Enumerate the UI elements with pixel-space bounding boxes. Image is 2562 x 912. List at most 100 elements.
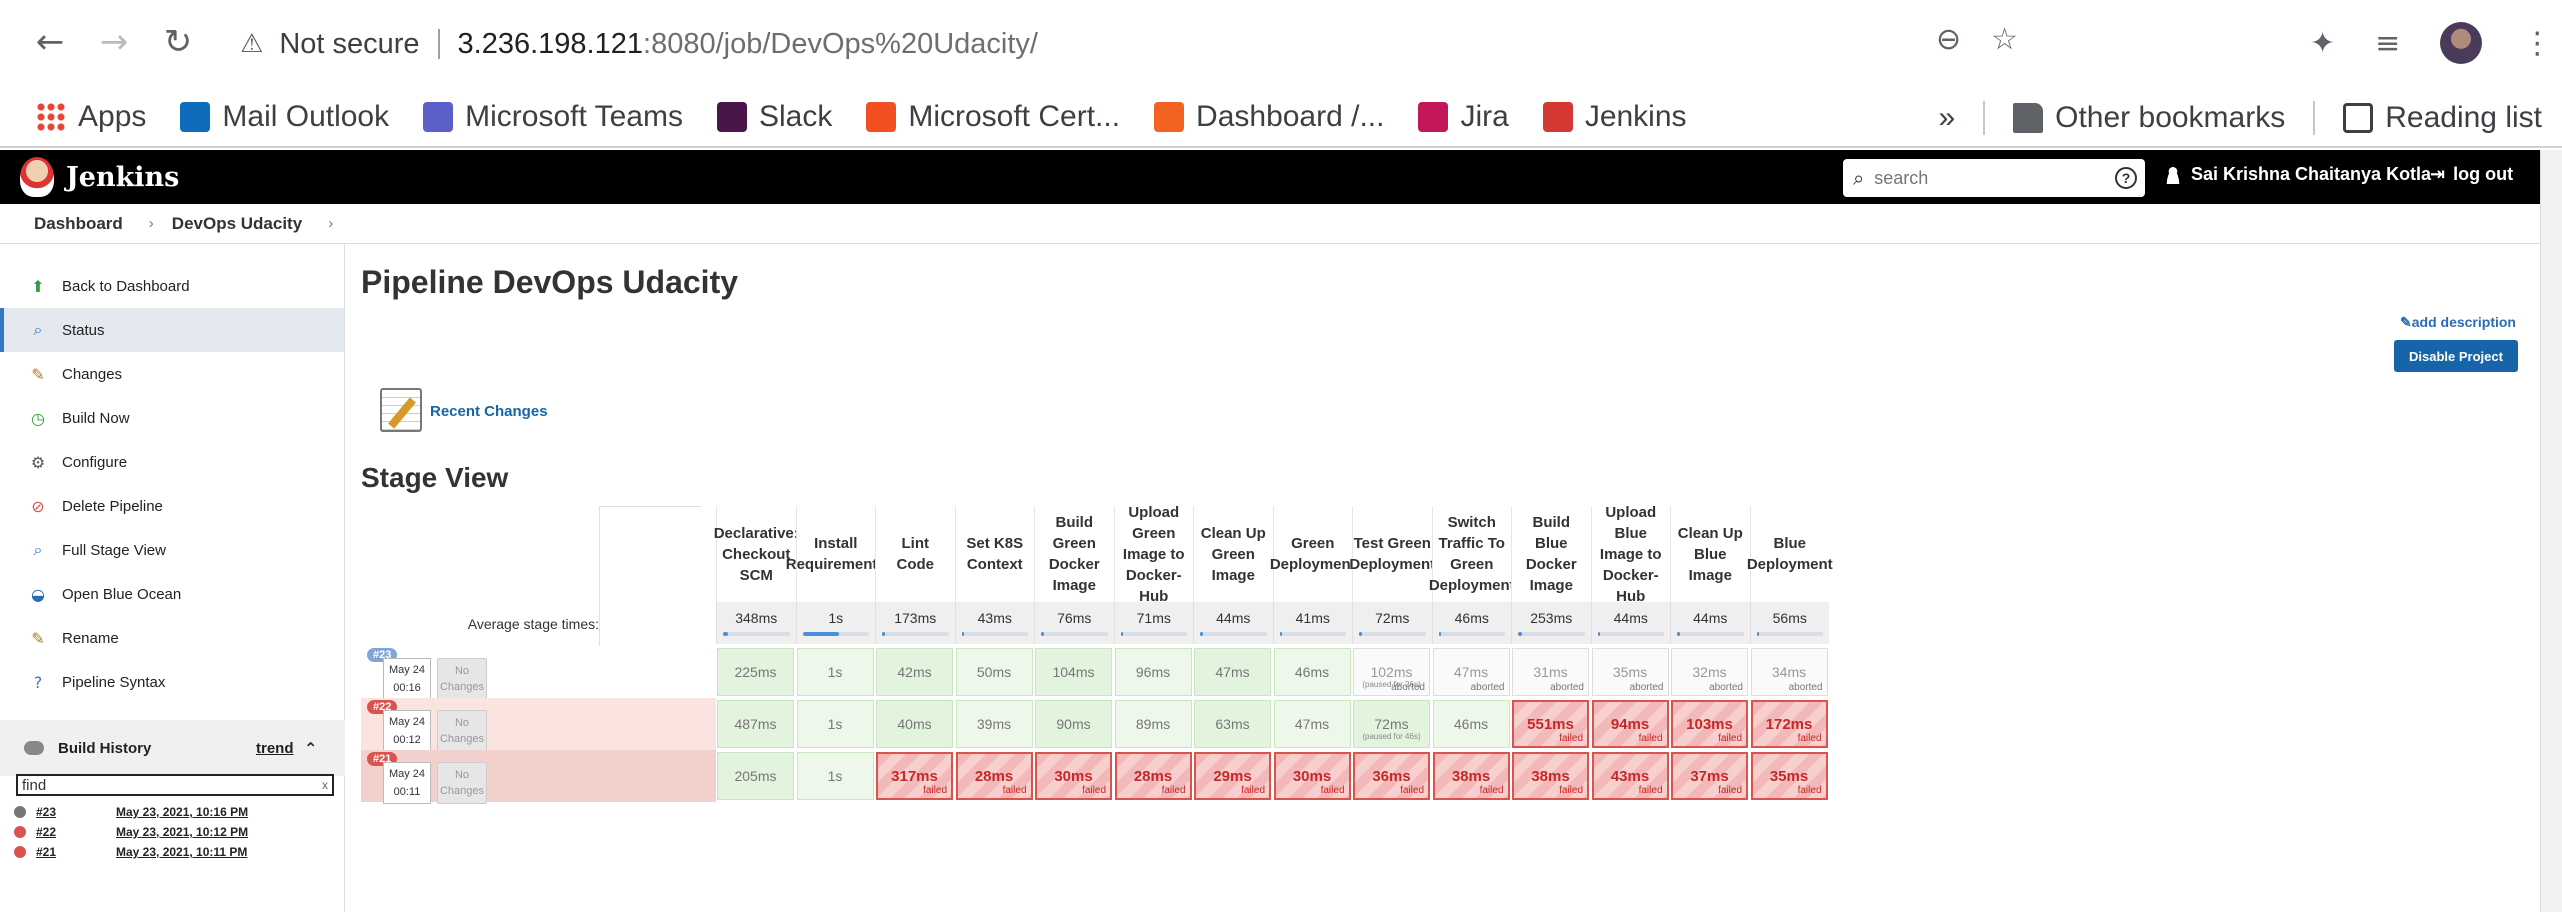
reading-list[interactable]: Reading list [2343, 101, 2542, 135]
stage-cell[interactable]: 40ms [876, 700, 953, 748]
bookmark-item[interactable]: Dashboard /... [1154, 100, 1384, 134]
reload-icon[interactable]: ↻ [156, 20, 200, 64]
other-bookmarks[interactable]: Other bookmarks [2013, 101, 2285, 135]
forward-arrow-icon[interactable]: → [92, 20, 136, 64]
run-row[interactable]: #22 May 24 00:12 No Changes [361, 698, 716, 752]
stage-cell[interactable]: 551ms failed [1512, 700, 1589, 748]
sidebar-item-configure[interactable]: ⚙ Configure [0, 440, 344, 484]
stage-cell[interactable]: 38ms failed [1432, 752, 1510, 800]
stage-cell[interactable]: 94ms failed [1591, 700, 1669, 748]
star-icon[interactable]: ☆ [1991, 22, 2018, 57]
stage-cell[interactable]: 30ms failed [1035, 752, 1112, 800]
bookmark-item[interactable]: Mail Outlook [180, 100, 389, 134]
build-history-row[interactable]: #23 May 23, 2021, 10:16 PM [0, 802, 345, 822]
disable-project-button[interactable]: Disable Project [2394, 340, 2518, 372]
sidebar-item-status[interactable]: ⌕ Status [0, 308, 344, 352]
stage-cell[interactable]: 46ms [1273, 648, 1351, 696]
add-description-link[interactable]: ✎add description [2400, 314, 2516, 331]
stage-cell[interactable]: 34ms aborted [1750, 648, 1828, 696]
stage-cell[interactable]: 42ms [876, 648, 953, 696]
stage-cell[interactable]: 37ms failed [1671, 752, 1748, 800]
trend-link[interactable]: trend [256, 740, 294, 757]
kebab-menu-icon[interactable]: ⋮ [2522, 26, 2552, 61]
stage-cell[interactable]: 46ms [1432, 700, 1510, 748]
breadcrumb-sep[interactable]: › [328, 215, 333, 232]
stage-cell[interactable]: 102ms (paused for 26s) aborted [1353, 648, 1430, 696]
sidebar-item-open-blue-ocean[interactable]: ◒ Open Blue Ocean [0, 572, 344, 616]
search-input[interactable] [1874, 167, 2095, 189]
stage-cell[interactable]: 103ms failed [1671, 700, 1748, 748]
page-scrollbar[interactable] [2540, 150, 2562, 912]
bookmark-item[interactable]: Microsoft Teams [423, 100, 683, 134]
puzzle-icon[interactable]: ✦ [2310, 26, 2335, 61]
stage-cell[interactable]: 47ms [1273, 700, 1351, 748]
stage-cell[interactable]: 50ms [955, 648, 1033, 696]
sidebar-item-rename[interactable]: ✎ Rename [0, 616, 344, 660]
run-row[interactable]: #23 May 24 00:16 No Changes [361, 646, 716, 700]
build-filter-input[interactable] [22, 776, 312, 794]
stage-cell[interactable]: 32ms aborted [1671, 648, 1748, 696]
collapse-caret-icon[interactable]: ⌃ [304, 739, 317, 758]
jenkins-logo-icon[interactable] [20, 157, 54, 197]
stage-cell[interactable]: 63ms [1194, 700, 1271, 748]
sidebar-item-build-now[interactable]: ◷ Build Now [0, 396, 344, 440]
stage-cell[interactable]: 72ms (paused for 46s) [1353, 700, 1430, 748]
stage-cell[interactable]: 225ms [717, 648, 794, 696]
build-history-row[interactable]: #22 May 23, 2021, 10:12 PM [0, 822, 345, 842]
stage-cell[interactable]: 28ms failed [1114, 752, 1192, 800]
bookmark-item[interactable]: Microsoft Cert... [866, 100, 1120, 134]
user-link[interactable]: Sai Krishna Chaitanya Kotla [2165, 164, 2431, 185]
build-date-link[interactable]: May 23, 2021, 10:16 PM [116, 805, 248, 819]
breadcrumb-job[interactable]: DevOps Udacity [172, 214, 302, 234]
stage-cell[interactable]: 39ms [955, 700, 1033, 748]
stage-cell[interactable]: 1s [796, 752, 874, 800]
sidebar-item-back-to-dashboard[interactable]: ⬆ Back to Dashboard [0, 264, 344, 308]
stage-cell[interactable]: 35ms failed [1750, 752, 1828, 800]
stage-cell[interactable]: 28ms failed [955, 752, 1033, 800]
sidebar-item-delete-pipeline[interactable]: ⊘ Delete Pipeline [0, 484, 344, 528]
stage-cell[interactable]: 104ms [1035, 648, 1112, 696]
stage-cell[interactable]: 317ms failed [876, 752, 953, 800]
stage-cell[interactable]: 31ms aborted [1512, 648, 1589, 696]
stage-cell[interactable]: 487ms [717, 700, 794, 748]
breadcrumb-dashboard[interactable]: Dashboard [34, 214, 123, 234]
bookmark-item[interactable]: Apps [36, 100, 146, 134]
build-number-link[interactable]: #21 [36, 845, 96, 859]
stage-cell[interactable]: 35ms aborted [1591, 648, 1669, 696]
media-icon[interactable]: ≡ [2375, 26, 2400, 61]
stage-cell[interactable]: 172ms failed [1750, 700, 1828, 748]
stage-cell[interactable]: 47ms aborted [1432, 648, 1510, 696]
build-number-link[interactable]: #23 [36, 805, 96, 819]
logout-link[interactable]: ⇥ log out [2430, 164, 2513, 185]
bookmark-item[interactable]: Jira [1418, 100, 1509, 134]
stage-cell[interactable]: 36ms failed [1353, 752, 1430, 800]
build-number-link[interactable]: #22 [36, 825, 96, 839]
bookmark-item[interactable]: Jenkins [1542, 100, 1687, 134]
stage-cell[interactable]: 205ms [717, 752, 794, 800]
back-arrow-icon[interactable]: ← [28, 20, 72, 64]
stage-cell[interactable]: 38ms failed [1512, 752, 1589, 800]
stage-cell[interactable]: 1s [796, 700, 874, 748]
sidebar-item-full-stage-view[interactable]: ⌕ Full Stage View [0, 528, 344, 572]
stage-cell[interactable]: 43ms failed [1591, 752, 1669, 800]
bookmark-item[interactable]: Slack [716, 100, 832, 134]
stage-cell[interactable]: 29ms failed [1194, 752, 1271, 800]
help-icon[interactable]: ? [2115, 167, 2137, 189]
build-date-link[interactable]: May 23, 2021, 10:11 PM [116, 845, 247, 859]
clear-filter-icon[interactable]: x [322, 778, 328, 792]
stage-cell[interactable]: 1s [796, 648, 874, 696]
stage-cell[interactable]: 30ms failed [1273, 752, 1351, 800]
recent-changes-link[interactable]: Recent Changes [430, 403, 548, 420]
run-row[interactable]: #21 May 24 00:11 No Changes [361, 750, 716, 804]
build-date-link[interactable]: May 23, 2021, 10:12 PM [116, 825, 248, 839]
stage-cell[interactable]: 96ms [1114, 648, 1192, 696]
avatar[interactable] [2440, 22, 2483, 64]
app-title[interactable]: Jenkins [66, 162, 179, 193]
sidebar-item-pipeline-syntax[interactable]: ? Pipeline Syntax [0, 660, 344, 704]
zoom-out-icon[interactable]: ⊖ [1936, 22, 1961, 57]
bookmarks-overflow[interactable]: » [1938, 101, 1955, 135]
build-history-row[interactable]: #21 May 23, 2021, 10:11 PM [0, 842, 345, 862]
address-bar[interactable]: ⚠ Not secure 3.236.198.121:8080/job/DevO… [222, 14, 2032, 74]
stage-cell[interactable]: 90ms [1035, 700, 1112, 748]
stage-cell[interactable]: 47ms [1194, 648, 1271, 696]
